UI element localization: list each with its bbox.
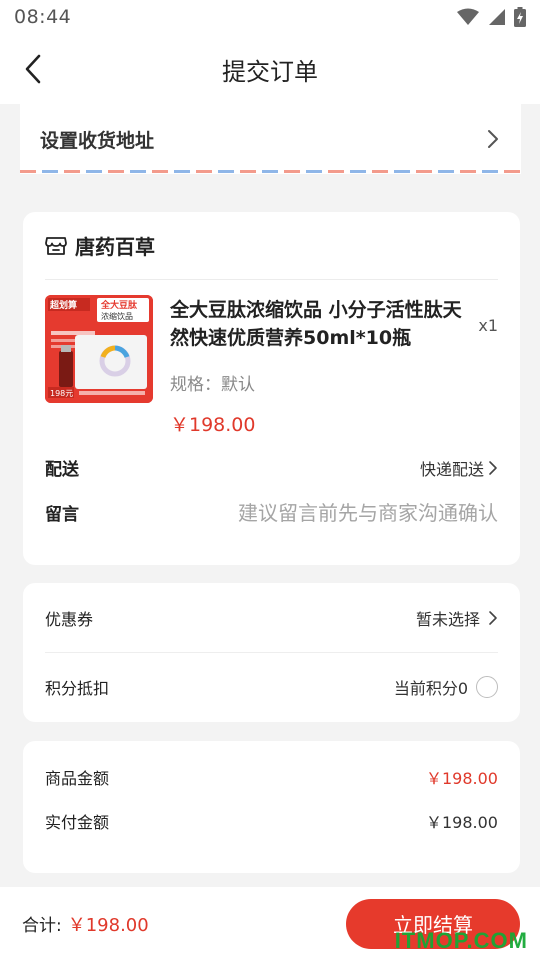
product-spec: 规格：默认: [170, 375, 255, 395]
address-envelope-stripe: [20, 170, 521, 173]
coupon-label: 优惠券: [45, 609, 94, 629]
thumb-subtitle-text: 浓缩饮品: [101, 311, 133, 321]
title-bar: 提交订单: [0, 34, 540, 104]
coupon-value: 暂未选择: [415, 609, 480, 629]
thumb-price-text: 198元: [50, 389, 73, 398]
chevron-right-icon: [489, 610, 497, 625]
product-thumbnail: 超划算 全大豆肽 浓缩饮品 198元: [45, 295, 153, 403]
thumb-badge-text: 超划算: [49, 299, 77, 311]
page-title: 提交订单: [222, 57, 318, 86]
coupon-selector[interactable]: 暂未选择: [416, 606, 498, 630]
back-arrow-icon: [25, 54, 41, 84]
chevron-right-icon: [489, 460, 497, 475]
watermark: ITMOP.COM: [394, 928, 528, 953]
product-quantity: x1: [478, 316, 498, 335]
shop-name: 唐药百草: [75, 235, 155, 259]
signal-icon: [489, 9, 505, 25]
coupon-row[interactable]: 优惠券 暂未选择: [45, 583, 498, 652]
discount-card: 优惠券 暂未选择 积分抵扣 当前积分0: [23, 583, 520, 722]
wifi-icon: [457, 8, 479, 25]
status-time: 08:44: [14, 6, 72, 28]
remark-label: 留言: [45, 505, 79, 525]
paid-amount-label: 实付金额: [45, 813, 110, 832]
delivery-label: 配送: [45, 460, 79, 480]
points-row: 积分抵扣 当前积分0: [45, 652, 498, 721]
points-toggle[interactable]: 当前积分0: [394, 675, 498, 699]
goods-amount-label: 商品金额: [45, 769, 110, 788]
address-selector[interactable]: 设置收货地址: [20, 104, 521, 174]
points-value: 当前积分0: [393, 679, 468, 698]
store-icon: [45, 236, 67, 255]
address-label: 设置收货地址: [40, 129, 155, 152]
paid-amount-value: ￥198.00: [426, 813, 498, 832]
delivery-value: 快递配送: [419, 459, 484, 479]
status-bar: 08:44: [0, 0, 540, 34]
points-radio[interactable]: [476, 676, 498, 698]
delivery-row: 配送 快递配送: [45, 445, 498, 490]
status-icons: [456, 7, 526, 27]
battery-icon: [514, 7, 526, 27]
total-label: 合计:: [22, 916, 62, 936]
points-label: 积分抵扣: [45, 679, 110, 698]
delivery-selector[interactable]: 快递配送: [420, 456, 498, 480]
remark-row: 留言: [45, 490, 498, 535]
amount-card: 商品金额 ￥198.00 实付金额 ￥198.00: [23, 741, 520, 873]
chevron-right-icon: [488, 130, 498, 148]
order-total: 合计: ￥198.00: [22, 911, 149, 937]
back-button[interactable]: [14, 50, 52, 88]
product-item[interactable]: 超划算 全大豆肽 浓缩饮品 198元 全大豆肽浓缩饮品 小分子活性肽天然快速优质…: [45, 280, 498, 436]
paid-amount-row: 实付金额 ￥198.00: [45, 799, 498, 843]
shop-card: 唐药百草 超划算 全大豆肽 浓缩饮品 198元 全大豆肽浓缩饮品 小分子活性肽天…: [23, 212, 520, 565]
product-title: 全大豆肽浓缩饮品 小分子活性肽天然快速优质营养50ml*10瓶: [170, 299, 462, 349]
product-price: ￥198.00: [170, 414, 256, 436]
total-value: ￥198.00: [67, 914, 149, 936]
goods-amount-row: 商品金额 ￥198.00: [45, 755, 498, 799]
thumb-brand-text: 全大豆肽: [100, 299, 138, 311]
shop-header: 唐药百草: [45, 212, 498, 280]
remark-input[interactable]: [178, 500, 498, 525]
goods-amount-value: ￥198.00: [426, 769, 498, 788]
